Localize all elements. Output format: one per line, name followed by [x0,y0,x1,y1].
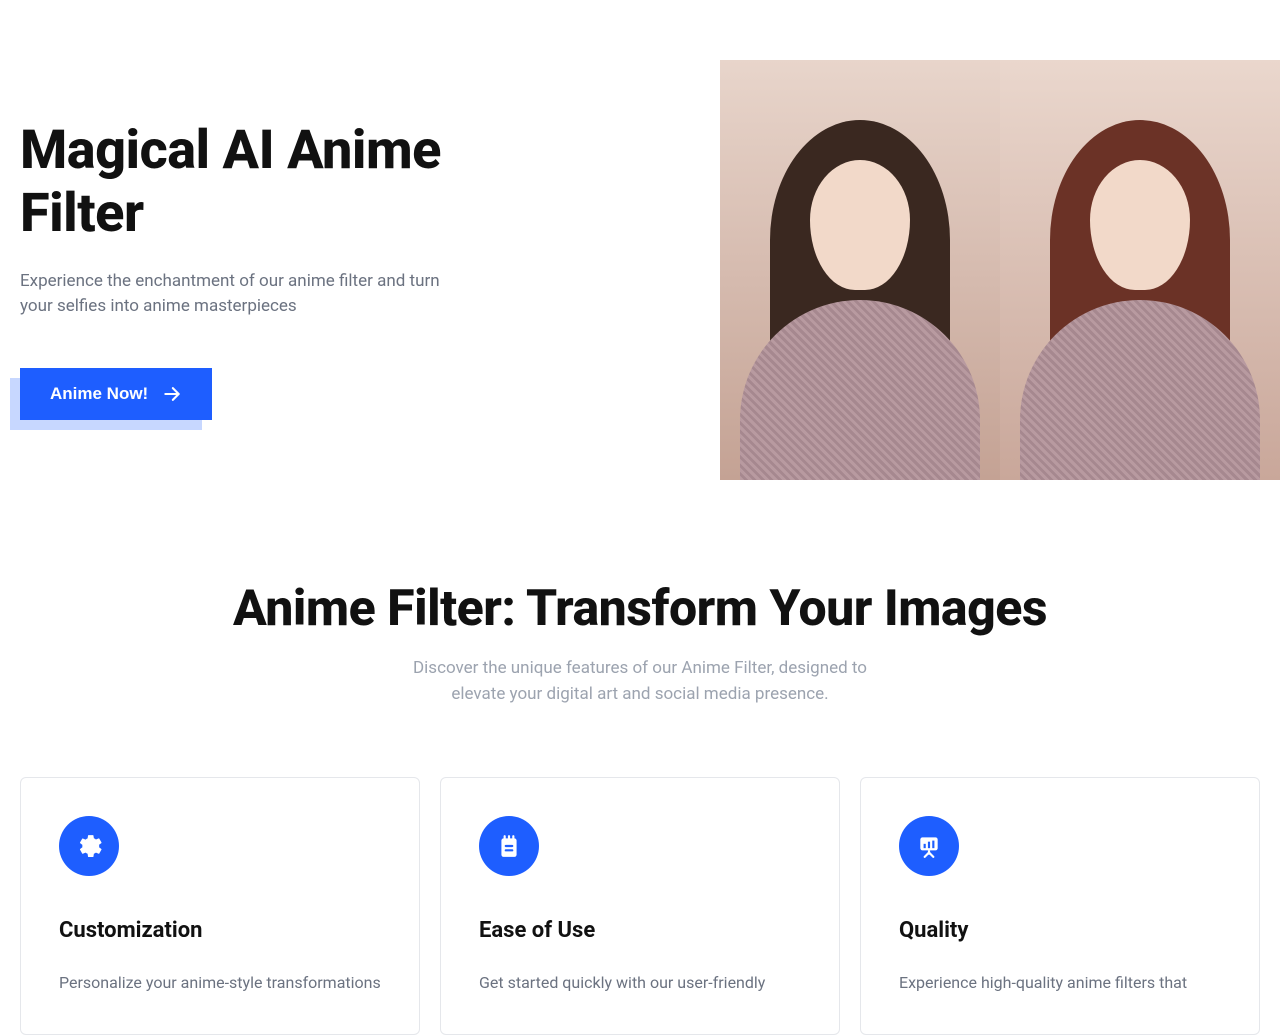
hero-subtitle: Experience the enchantment of our anime … [20,269,460,320]
feature-title: Customization [59,918,381,943]
feature-card-quality: Quality Experience high-quality anime fi… [860,777,1260,1035]
feature-card-ease-of-use: Ease of Use Get started quickly with our… [440,777,840,1035]
feature-description: Get started quickly with our user-friend… [479,971,801,996]
feature-description: Experience high-quality anime filters th… [899,971,1221,996]
feature-title: Ease of Use [479,918,801,943]
cta-label: Anime Now! [50,384,148,404]
hero-image-container [560,60,1280,480]
after-image [1000,60,1280,480]
presentation-icon [899,816,959,876]
arrow-right-icon [162,384,182,404]
features-grid: Customization Personalize your anime-sty… [0,777,1280,1035]
features-section: Anime Filter: Transform Your Images Disc… [0,540,1280,707]
feature-card-customization: Customization Personalize your anime-sty… [20,777,420,1035]
feature-title: Quality [899,918,1221,943]
notepad-icon [479,816,539,876]
section-title: Anime Filter: Transform Your Images [20,580,1260,638]
hero-section: Magical AI Anime Filter Experience the e… [0,0,1280,540]
hero-title: Magical AI Anime Filter [20,120,540,244]
section-subtitle: Discover the unique features of our Anim… [390,656,890,707]
hero-content: Magical AI Anime Filter Experience the e… [20,120,540,419]
feature-description: Personalize your anime-style transformat… [59,971,381,996]
before-after-image [720,60,1280,480]
gear-icon [59,816,119,876]
before-image [720,60,1000,480]
anime-now-button[interactable]: Anime Now! [20,368,212,420]
